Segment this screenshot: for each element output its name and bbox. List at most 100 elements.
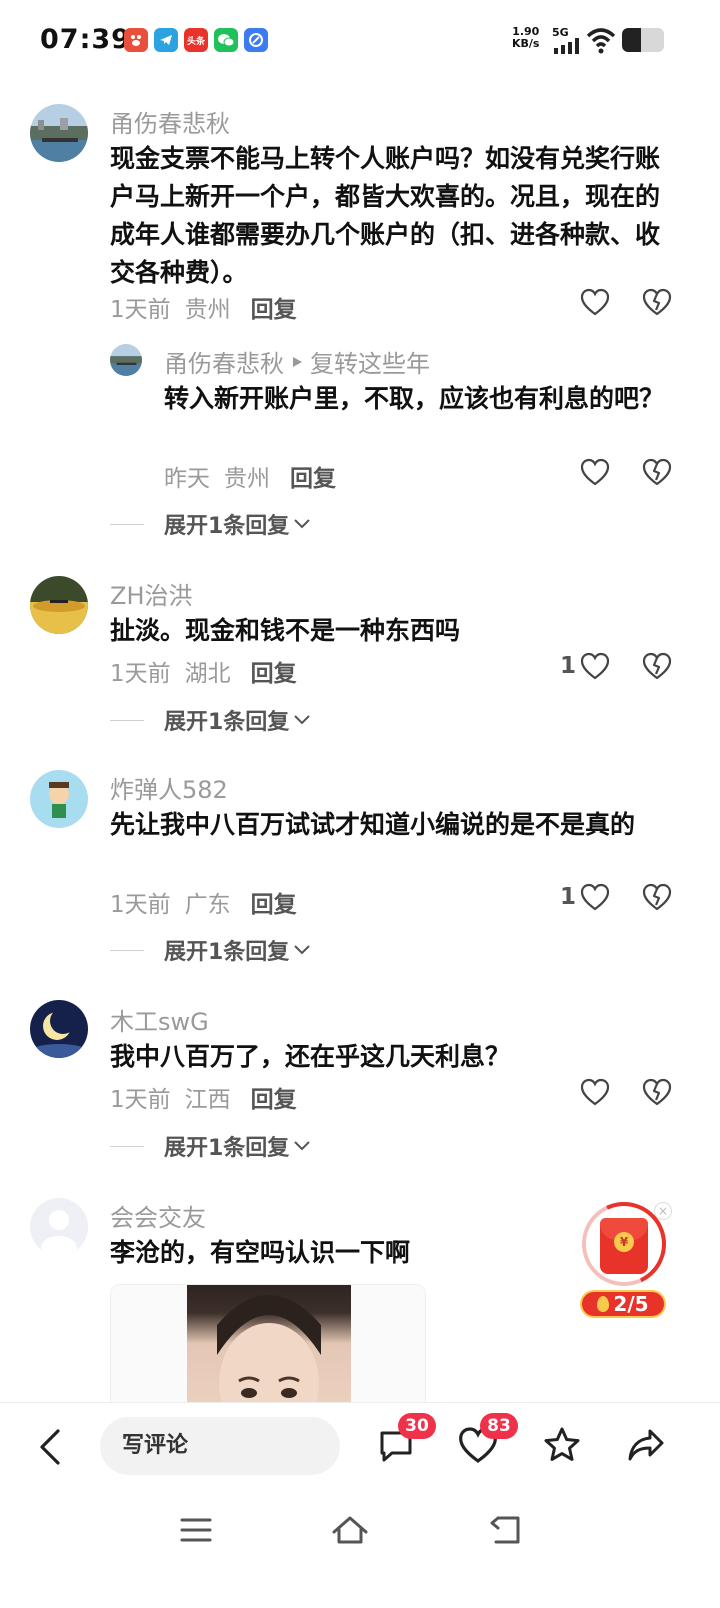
like-button[interactable] [576, 288, 610, 316]
reply-content: 转入新开账户里，不取，应该也有利息的吧？ [164, 384, 665, 413]
red-packet-progress: 2/5 [580, 1290, 666, 1318]
telegram-app-icon [154, 28, 178, 52]
home-icon[interactable] [330, 1512, 370, 1548]
browser-app-icon [244, 28, 268, 52]
reply-button[interactable]: 回复 [251, 661, 297, 687]
broken-heart-icon [642, 458, 672, 486]
heart-icon [580, 288, 610, 316]
toutiao-app-icon: 头条 [184, 28, 208, 52]
reply-like-button[interactable] [580, 458, 610, 486]
broken-heart-icon [642, 883, 672, 911]
status-bar: 07:39 头条 1.90 KB/s 5G [0, 0, 720, 84]
heart-icon [580, 883, 610, 911]
comment-location: 江西 [184, 1087, 231, 1113]
reply-button[interactable]: 回复 [251, 1087, 297, 1113]
cell-signal-icon [554, 38, 579, 54]
reply-location: 贵州 [224, 466, 270, 492]
like-button[interactable]: 1 [560, 883, 610, 911]
comment-username[interactable]: 甬伤春悲秋 [110, 104, 230, 139]
heart-icon [580, 458, 610, 486]
comment-meta: 1天前 江西 回复 [110, 1080, 311, 1114]
dislike-button[interactable] [642, 883, 672, 915]
reply-dislike-button[interactable] [642, 458, 672, 490]
comment-page: 07:39 头条 1.90 KB/s 5G 甬伤春悲秋 现金支票不能马上转个人账… [0, 0, 720, 1608]
reply-to-username[interactable]: 复转这些年 [310, 344, 430, 379]
dislike-button[interactable] [642, 1078, 672, 1110]
comment-button[interactable]: 30 [376, 1413, 436, 1465]
share-arrow-icon [628, 1429, 664, 1461]
baidu-app-icon [124, 28, 148, 52]
avatar[interactable] [30, 1198, 88, 1256]
divider [110, 949, 144, 951]
bottom-action-bar: 写评论 30 83 [0, 1402, 720, 1488]
comment-content: 我中八百万了，还在乎这几天利息？ [110, 1042, 511, 1071]
comment-username[interactable]: 炸弹人582 [110, 770, 228, 805]
expand-replies-button[interactable]: 展开1条回复 [110, 508, 311, 540]
divider [110, 523, 144, 525]
avatar[interactable] [30, 104, 88, 162]
battery-level [622, 28, 641, 52]
reply-reply-button[interactable]: 回复 [290, 466, 336, 492]
expand-replies-label: 展开1条回复 [164, 1136, 290, 1161]
system-nav-bar [0, 1488, 720, 1608]
like-button[interactable] [576, 1078, 610, 1106]
broken-heart-icon [642, 652, 672, 680]
chevron-down-icon [294, 519, 311, 529]
dislike-button[interactable] [642, 652, 672, 684]
close-icon[interactable]: × [654, 1202, 672, 1220]
comment-meta: 1天前 湖北 回复 [110, 654, 311, 688]
comment-time: 1天前 [110, 297, 171, 323]
favorite-button[interactable] [542, 1425, 582, 1465]
avatar[interactable] [30, 1000, 88, 1058]
comment-content: 现金支票不能马上转个人账户吗？如没有兑奖行账户马上新开一个户，都皆大欢喜的。况且… [110, 144, 661, 287]
back-nav-icon[interactable] [486, 1512, 526, 1548]
comment-content: 先让我中八百万试试才知道小编说的是不是真的 [110, 810, 636, 839]
like-count-badge: 83 [480, 1413, 518, 1439]
red-packet-widget[interactable]: ¥ × 2/5 [570, 1190, 678, 1320]
comment-meta: 1天前 广东 回复 [110, 885, 311, 919]
back-arrow-icon[interactable] [34, 1427, 68, 1467]
like-count: 1 [559, 884, 576, 910]
reply-button[interactable]: 回复 [251, 892, 297, 918]
drop-icon [597, 1296, 610, 1312]
avatar[interactable] [30, 770, 88, 828]
like-button[interactable]: 1 [560, 652, 610, 680]
reply-avatar[interactable] [110, 344, 142, 376]
battery-icon [622, 28, 664, 52]
reply-button[interactable]: 回复 [251, 297, 297, 323]
expand-replies-button[interactable]: 展开1条回复 [110, 704, 311, 736]
coin-icon: ¥ [614, 1232, 634, 1252]
divider [110, 1145, 144, 1147]
share-button[interactable] [626, 1425, 666, 1465]
comment-username[interactable]: ZH治洪 [110, 576, 193, 611]
wechat-app-icon [214, 28, 238, 52]
notification-app-icons: 头条 [124, 28, 268, 52]
network-speed: 1.90 KB/s [512, 26, 539, 50]
wifi-icon [586, 28, 616, 54]
reply-header: 甬伤春悲秋 复转这些年 [164, 344, 430, 379]
star-icon [544, 1427, 580, 1461]
like-count: 1 [559, 653, 576, 679]
menu-icon[interactable] [176, 1512, 216, 1548]
heart-icon [580, 1078, 610, 1106]
broken-heart-icon [642, 288, 672, 316]
comment-username[interactable]: 会会交友 [110, 1198, 206, 1233]
chevron-down-icon [294, 1141, 311, 1151]
like-post-button[interactable]: 83 [458, 1413, 518, 1465]
broken-heart-icon [642, 1078, 672, 1106]
dislike-button[interactable] [642, 288, 672, 320]
comment-time: 1天前 [110, 1087, 171, 1113]
reply-time: 昨天 [164, 466, 210, 492]
expand-replies-button[interactable]: 展开1条回复 [110, 934, 311, 966]
network-speed-unit: KB/s [512, 37, 540, 50]
expand-replies-label: 展开1条回复 [164, 710, 290, 735]
expand-replies-button[interactable]: 展开1条回复 [110, 1130, 311, 1162]
write-comment-input[interactable]: 写评论 [100, 1417, 340, 1475]
comment-location: 贵州 [184, 297, 231, 323]
avatar[interactable] [30, 576, 88, 634]
reply-username[interactable]: 甬伤春悲秋 [164, 344, 284, 379]
comment-location: 湖北 [184, 661, 231, 687]
comment-count-badge: 30 [398, 1413, 436, 1439]
expand-replies-label: 展开1条回复 [164, 940, 290, 965]
comment-username[interactable]: 木工swG [110, 1002, 209, 1037]
